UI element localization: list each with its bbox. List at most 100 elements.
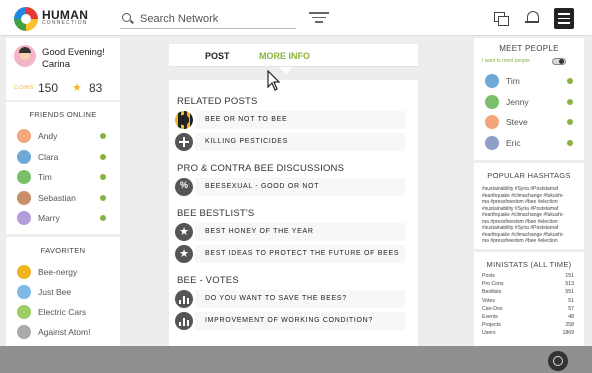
ministats-title: MINISTATS (ALL TIME) (486, 260, 572, 269)
friend-name: Marry (38, 213, 60, 223)
friend-item[interactable]: Tim (17, 169, 112, 187)
chart-icon (175, 312, 193, 330)
item-label: BEESEXUAL - GOOD OR NOT (205, 183, 320, 190)
stat-label: Bestlists (482, 289, 502, 296)
brand-name[interactable]: HUMAN CONNECTION (42, 9, 88, 26)
online-status-icon (100, 133, 106, 139)
star-icon (175, 245, 193, 263)
stat-label: Votes (482, 297, 495, 304)
person-item[interactable]: Eric (485, 135, 575, 153)
item-label: BEST IDEAS TO PROTECT THE FUTURE OF BEES (205, 250, 400, 257)
stat-value: 48 (568, 314, 574, 320)
person-item[interactable]: Jenny (485, 94, 575, 112)
stat-row: Posts 151 (482, 273, 574, 281)
online-status-icon (100, 153, 106, 160)
chart-icon (175, 290, 193, 308)
online-status-icon (567, 139, 573, 146)
stat-value: 57 (568, 305, 574, 312)
related-item[interactable]: BEST HONEY OF THE YEAR (175, 223, 405, 241)
stat-value: 513 (565, 281, 574, 288)
avatar[interactable] (14, 45, 36, 67)
logo-icon[interactable] (14, 7, 38, 31)
favorite-item[interactable]: Bee-nergy (17, 264, 112, 282)
related-item[interactable]: KILLING PESTICIDES (175, 133, 405, 151)
cursor-icon (267, 70, 281, 91)
online-status-icon (100, 194, 106, 201)
stat-value: 51 (568, 297, 574, 304)
favorite-item[interactable]: Just Bee (17, 284, 112, 302)
stat-row: Events 48 (482, 314, 574, 322)
section-title: PRO & CONTRA BEE DISCUSSIONS (177, 163, 345, 174)
stat-label: Pro Cons (482, 281, 504, 288)
friend-item[interactable]: Sebastian (17, 190, 112, 208)
stat-label: Projects (482, 322, 501, 329)
online-status-icon (567, 119, 573, 125)
related-item[interactable]: IMPROVEMENT OF WORKING CONDITION? (175, 312, 405, 330)
tab-post[interactable]: POST (205, 51, 230, 61)
item-label: BEE OR NOT TO BEE (205, 116, 288, 123)
hashtag-list: #sustainability #Syria #Poststamaf #earth… (482, 186, 576, 245)
avatar (17, 149, 31, 164)
item-label: KILLING PESTICIDES (205, 138, 289, 145)
related-item[interactable]: BEE OR NOT TO BEE (175, 111, 405, 129)
item-label: BEST HONEY OF THE YEAR (205, 228, 314, 235)
avatar (485, 115, 499, 129)
user-name[interactable]: Carina (42, 59, 105, 71)
related-item[interactable]: DO YOU WANT TO SAVE THE BEES? (175, 290, 405, 308)
coins-label: COINS (14, 85, 34, 91)
bell-icon[interactable] (524, 9, 542, 27)
person-item[interactable]: Steve (485, 114, 575, 132)
avatar (485, 74, 499, 88)
section-title: RELATED POSTS (177, 96, 258, 107)
friend-item[interactable]: Marry (17, 210, 112, 228)
stat-value: 1869 (562, 330, 574, 337)
person-name: Eric (506, 137, 521, 148)
person-item[interactable]: Tim (485, 73, 575, 91)
menu-icon[interactable] (554, 8, 574, 29)
windows-icon[interactable] (492, 9, 510, 27)
online-status-icon (567, 78, 573, 84)
friend-name: Tim (38, 172, 52, 182)
star-icon (175, 223, 193, 241)
chat-button[interactable] (548, 351, 568, 371)
related-item[interactable]: BEST IDEAS TO PROTECT THE FUTURE OF BEES (175, 245, 405, 263)
search-input[interactable] (140, 10, 290, 28)
person-name: Jenny (506, 96, 529, 107)
online-status-icon (567, 98, 573, 105)
stat-row: Votes 51 (482, 298, 574, 306)
stat-value: 551 (565, 289, 574, 296)
tab-more-info[interactable]: MORE INFO (259, 51, 310, 61)
favorite-name: Bee-nergy (38, 267, 78, 277)
related-item[interactable]: BEESEXUAL - GOOD OR NOT (175, 178, 405, 196)
bottom-shade (0, 346, 592, 373)
coins-value: 150 (38, 81, 59, 95)
meet-title: MEET PEOPLE (499, 44, 559, 53)
tab-indicator (279, 67, 293, 74)
friend-name: Andy (38, 131, 58, 141)
hashtag-line[interactable]: #earthquake #climachange #fukushi- (482, 212, 576, 219)
item-label: DO YOU WANT TO SAVE THE BEES? (205, 295, 347, 302)
online-status-icon (100, 174, 106, 180)
meet-people-toggle[interactable] (552, 58, 566, 65)
person-name: Steve (506, 117, 528, 127)
favorite-name: Electric Cars (38, 307, 87, 317)
search-icon[interactable] (122, 13, 131, 22)
stat-row: Bestlists 551 (482, 289, 574, 297)
filter-icon[interactable] (309, 12, 329, 26)
section-title: BEE - VOTES (177, 275, 239, 286)
rating-value: 83 (89, 81, 103, 95)
stat-label: Events (482, 314, 498, 320)
favorite-item[interactable]: Electric Cars (17, 304, 112, 322)
star-icon: ★ (72, 82, 82, 94)
stat-label: Posts (482, 273, 495, 279)
tab-bar: POST MORE INFO (169, 44, 418, 74)
section-title: BEE BESTLIST'S (177, 208, 255, 219)
stat-label: Users (482, 330, 496, 337)
greeting: Good Evening! Carina (42, 47, 105, 71)
friend-item[interactable]: Clara (17, 149, 112, 167)
stat-label: Can-Dos (482, 305, 503, 312)
favorites-title: FAVORITEN (40, 246, 86, 255)
hashtag-line[interactable]: ma #pressfreedom #bee #election (482, 238, 576, 245)
favorite-item[interactable]: Against Atom! (17, 324, 112, 342)
friend-item[interactable]: Andy (17, 128, 112, 146)
